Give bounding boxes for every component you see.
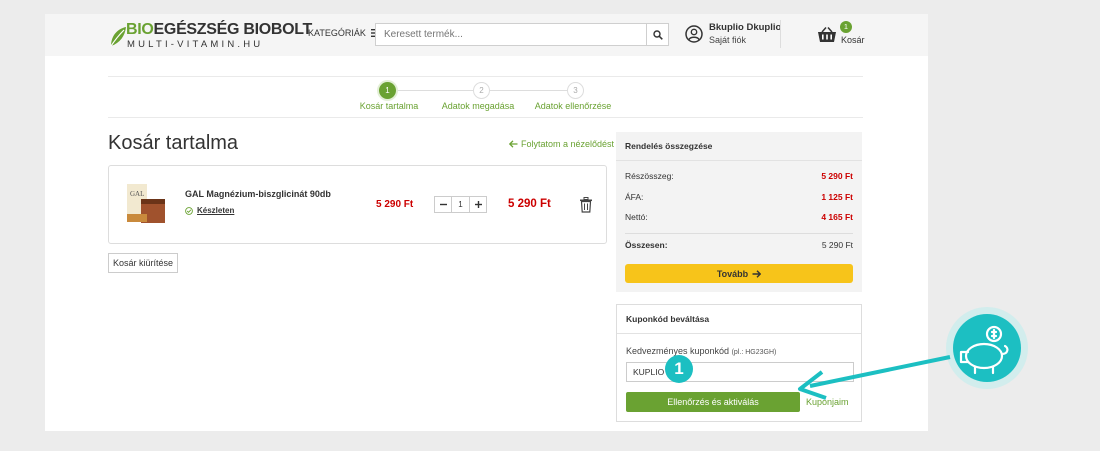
step-number-badge: 1 (665, 355, 693, 383)
step-1-circle[interactable]: 1 (379, 82, 396, 99)
quantity-input[interactable]: 1 (451, 197, 470, 212)
quantity-stepper: 1 (434, 196, 487, 213)
cart-count-badge: 1 (840, 21, 852, 33)
account-menu[interactable]: Bkuplio Dkuplio Saját fiók (685, 21, 781, 46)
cart-item: GAL GAL Magnézium-biszglicinát 90db Kész… (108, 165, 607, 244)
coupon-field-label: Kedvezményes kuponkód (pl.: HG23GH) (626, 346, 776, 356)
checkout-steps: 1 2 3 Kosár tartalma Adatok megadása Ada… (345, 82, 635, 114)
leaf-logo-icon (110, 27, 126, 47)
minus-icon (439, 203, 447, 206)
piggy-bank-badge (953, 314, 1021, 382)
account-name: Bkuplio Dkuplio (709, 22, 782, 33)
next-button[interactable]: Tovább (625, 264, 853, 283)
continue-shopping-link[interactable]: Folytatom a nézelődést (508, 139, 615, 149)
svg-text:GAL: GAL (130, 190, 144, 198)
categories-menu[interactable]: KATEGÓRIÁK (308, 28, 380, 38)
coupon-code-input[interactable]: KUPLIO (626, 362, 854, 382)
continue-shopping-label: Folytatom a nézelődést (521, 139, 615, 149)
summary-row-vat: ÁFA: 1 125 Ft (625, 192, 853, 202)
next-button-label: Tovább (716, 268, 749, 279)
arrow-right-icon (752, 269, 762, 278)
summary-label: Nettó: (625, 212, 648, 222)
site-logo[interactable]: BIOEGÉSZSÉG BIOBOLT MULTI-VITAMIN.HU (109, 20, 312, 50)
user-icon (685, 24, 703, 43)
piggy-bank-icon (959, 325, 1009, 375)
step-3-label[interactable]: Adatok ellenőrzése (535, 101, 612, 111)
page-container: BIOEGÉSZSÉG BIOBOLT MULTI-VITAMIN.HU KAT… (45, 14, 928, 431)
summary-value: 1 125 Ft (821, 192, 853, 202)
stock-label: Készleten (197, 206, 235, 215)
categories-label: KATEGÓRIÁK (308, 28, 366, 38)
plus-icon (474, 201, 482, 208)
step-1-label[interactable]: Kosár tartalma (360, 101, 419, 111)
logo-subtitle: MULTI-VITAMIN.HU (127, 39, 264, 50)
cart-label: Kosár (841, 35, 865, 45)
line-total-price: 5 290 Ft (508, 198, 551, 210)
divider (616, 160, 862, 161)
summary-value: 4 165 Ft (821, 212, 853, 222)
search-input[interactable] (376, 24, 646, 45)
product-name[interactable]: GAL Magnézium-biszglicinát 90db (185, 189, 331, 199)
step-connector (396, 90, 474, 91)
cart-button[interactable]: 1 Kosár (817, 21, 867, 50)
page-title: Kosár tartalma (108, 132, 239, 154)
summary-label: ÁFA: (625, 192, 644, 202)
divider (617, 333, 861, 334)
decrease-quantity-button[interactable] (435, 197, 451, 212)
trash-icon[interactable] (579, 197, 593, 213)
coupon-heading: Kuponkód beváltása (626, 314, 710, 324)
step-2-circle[interactable]: 2 (473, 82, 490, 99)
total-label: Összesen: (625, 240, 668, 250)
summary-value: 5 290 Ft (821, 171, 853, 181)
divider (108, 76, 863, 77)
coupon-panel: Kuponkód beváltása Kedvezményes kuponkód… (616, 304, 862, 422)
site-header: BIOEGÉSZSÉG BIOBOLT MULTI-VITAMIN.HU KAT… (45, 14, 928, 56)
my-coupons-link[interactable]: Kuponjaim (806, 397, 849, 407)
summary-label: Részösszeg: (625, 171, 674, 181)
search-button[interactable] (646, 24, 668, 45)
increase-quantity-button[interactable] (470, 197, 486, 212)
step-2-label[interactable]: Adatok megadása (442, 101, 515, 111)
step-connector (490, 90, 568, 91)
summary-heading: Rendelés összegzése (625, 141, 713, 151)
order-summary: Rendelés összegzése Részösszeg: 5 290 Ft… (616, 132, 862, 292)
account-link: Saját fiók (709, 35, 747, 45)
logo-title: BIOEGÉSZSÉG BIOBOLT (126, 21, 313, 38)
arrow-left-icon (508, 140, 518, 148)
header-divider (780, 20, 781, 48)
product-image[interactable]: GAL (123, 181, 167, 226)
coupon-hint: (pl.: HG23GH) (731, 349, 777, 356)
search-bar (375, 23, 669, 46)
basket-icon (818, 27, 836, 42)
summary-row-subtotal: Részösszeg: 5 290 Ft (625, 171, 853, 181)
stock-status: Készleten (185, 206, 234, 215)
check-circle-icon (185, 206, 193, 215)
validate-coupon-button[interactable]: Ellenőrzés és aktiválás (626, 392, 800, 412)
piggy-bank-badge-halo (946, 307, 1028, 389)
summary-row-total: Összesen: 5 290 Ft (625, 240, 853, 250)
step-3-circle[interactable]: 3 (567, 82, 584, 99)
empty-cart-button[interactable]: Kosár kiürítése (108, 253, 178, 273)
unit-price: 5 290 Ft (376, 199, 414, 210)
search-icon (652, 29, 663, 40)
total-value: 5 290 Ft (821, 240, 853, 250)
summary-row-net: Nettó: 4 165 Ft (625, 212, 853, 222)
divider (108, 117, 863, 118)
divider (625, 233, 853, 234)
